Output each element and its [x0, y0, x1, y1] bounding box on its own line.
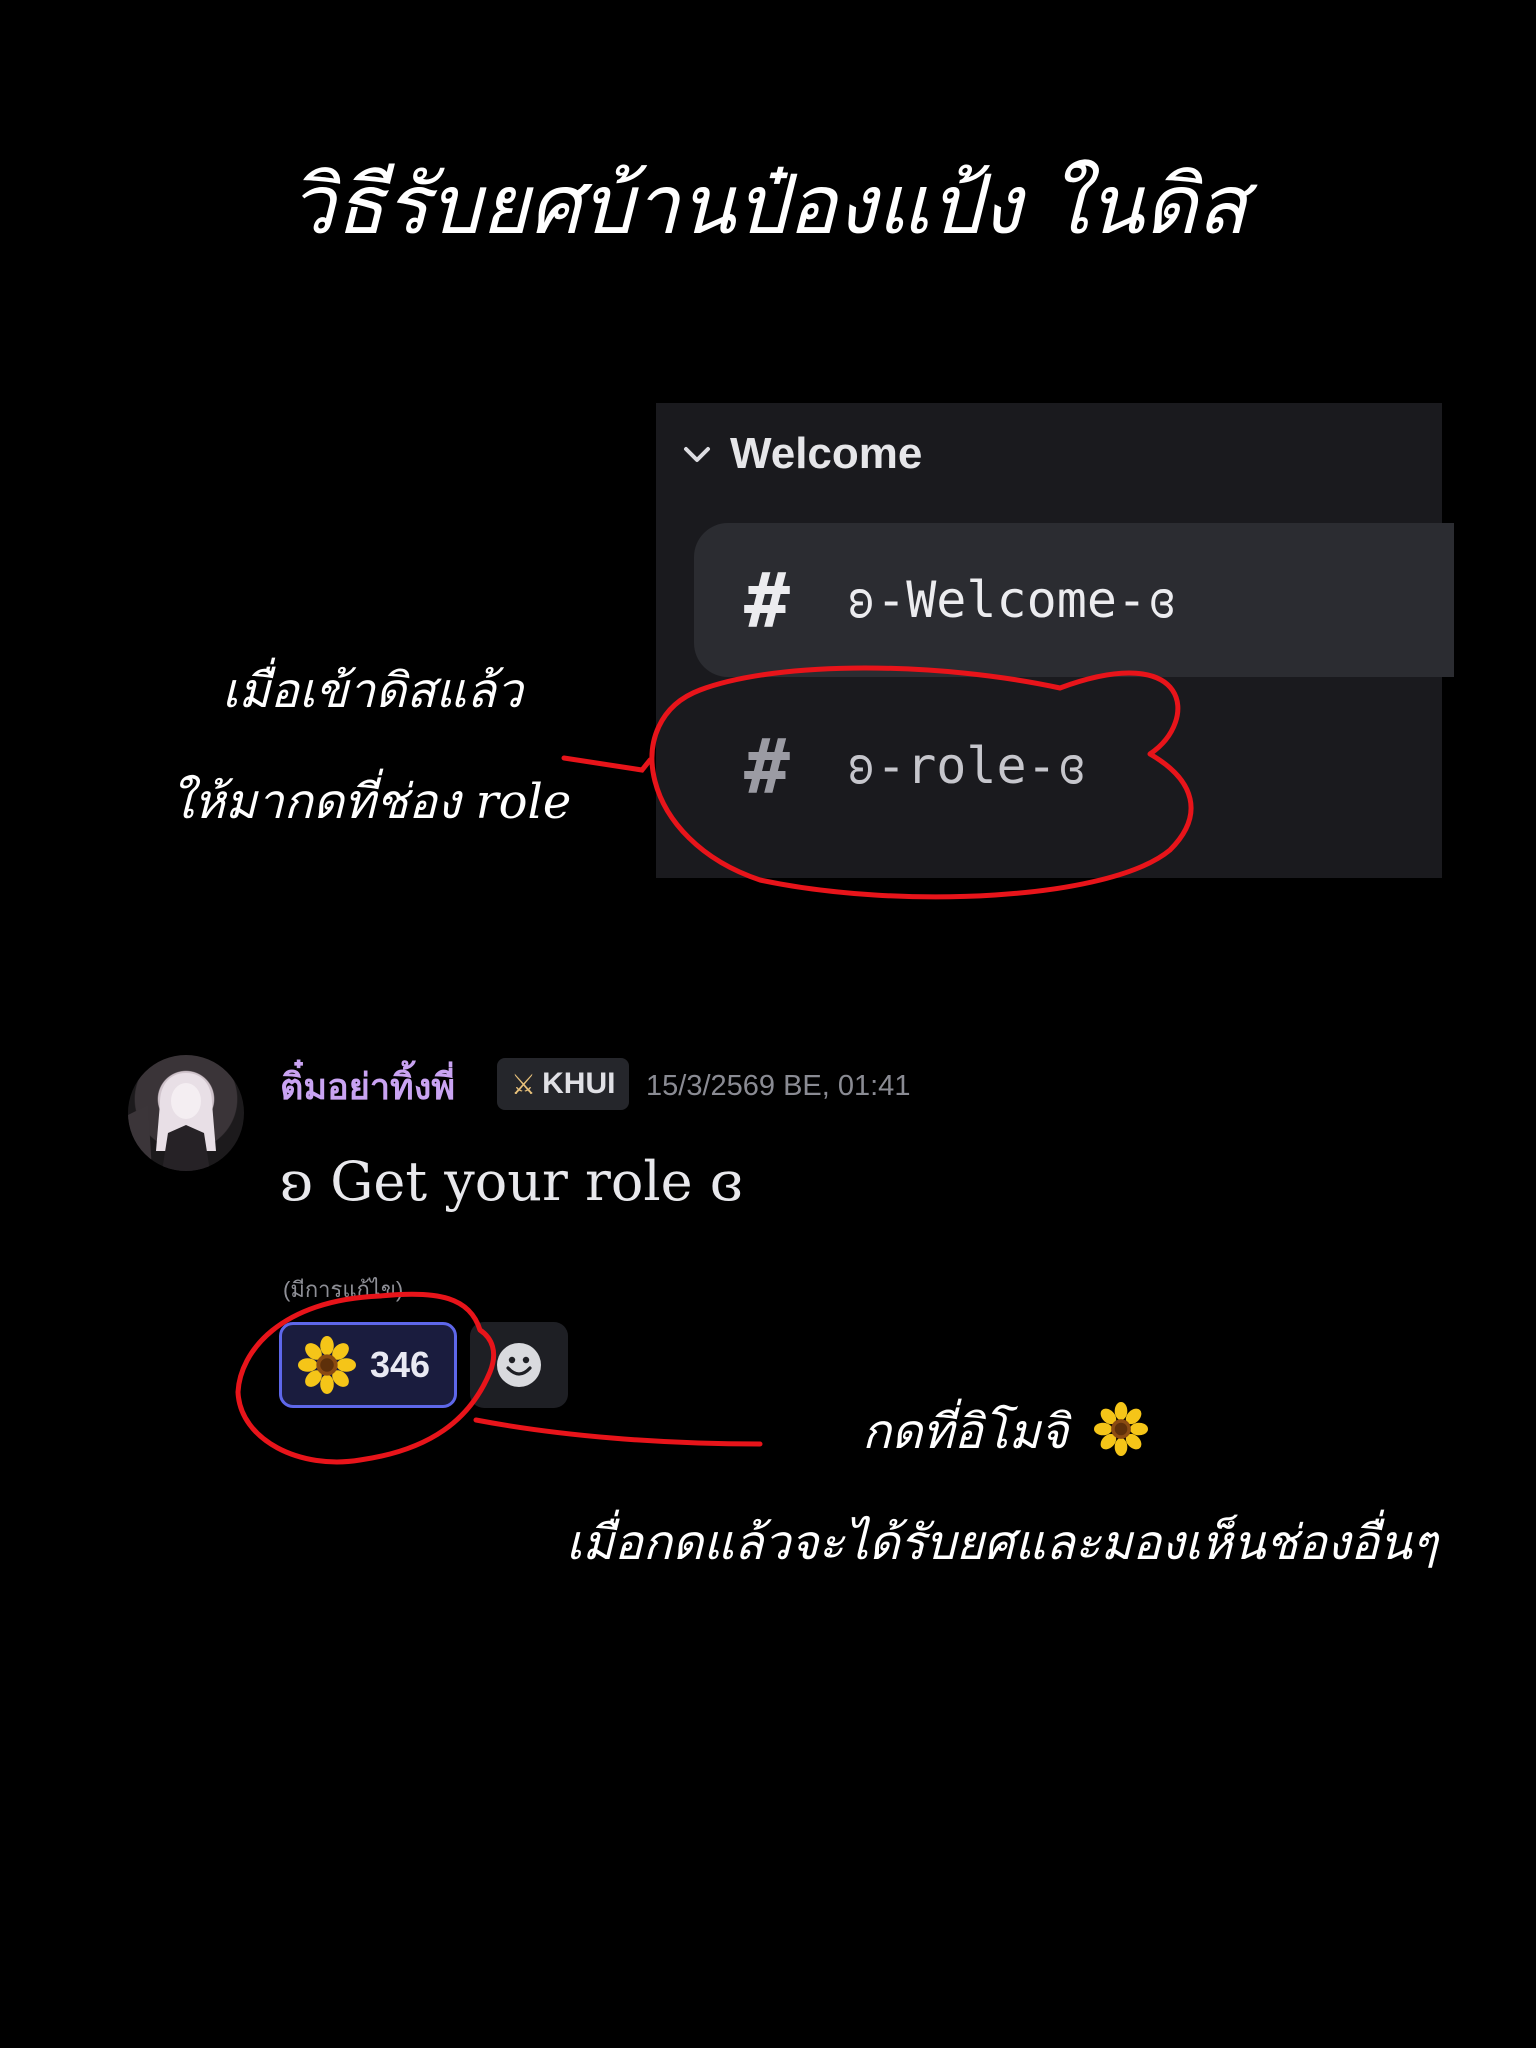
- annotation-arrow-reaction: [473, 1417, 763, 1447]
- hash-icon: #: [744, 721, 790, 811]
- add-reaction-button[interactable]: [470, 1322, 568, 1408]
- channel-role[interactable]: # ʚ-role-ɞ: [694, 689, 1454, 843]
- channel-name: ʚ-Welcome-ɞ: [846, 571, 1178, 629]
- message-content: ʚ Get your role ɞ: [280, 1150, 743, 1213]
- smiley-icon: [497, 1343, 541, 1387]
- message-timestamp: 15/3/2569 BE, 01:41: [646, 1070, 911, 1102]
- sunflower-reaction-button[interactable]: 346: [279, 1322, 457, 1408]
- sword-icon: ⚔: [511, 1067, 537, 1101]
- server-tag-label: KHUI: [542, 1067, 616, 1100]
- username[interactable]: ติ๋มอย่าทิ้งพี่: [280, 1058, 455, 1115]
- step2-note-line1: กดที่อิโมจิ: [862, 1394, 1148, 1470]
- sunflower-emoji-icon: [298, 1336, 356, 1394]
- step1-note-line2: ให้มากดที่ช่อง role: [170, 774, 572, 830]
- sunflower-emoji-icon: [1093, 1402, 1148, 1456]
- edited-label: (มีการแก้ไข): [283, 1277, 404, 1302]
- category-label: Welcome: [730, 429, 923, 478]
- reaction-count: 346: [370, 1344, 431, 1385]
- red-annotation-marks: [235, 665, 1194, 1465]
- channel-name: ʚ-role-ɞ: [846, 737, 1087, 795]
- step1-note-line1: เมื่อเข้าดิสแล้ว: [222, 663, 523, 719]
- annotation-arrow-role: [561, 755, 653, 773]
- step2-note-text: กดที่อิโมจิ: [862, 1404, 1069, 1460]
- channel-sidebar: Welcome # ʚ-Welcome-ɞ # ʚ-role-ɞ: [656, 403, 1454, 878]
- server-tag[interactable]: ⚔ KHUI: [497, 1058, 630, 1110]
- avatar[interactable]: [128, 1055, 244, 1171]
- hash-icon: #: [744, 555, 790, 645]
- category-welcome[interactable]: Welcome: [680, 427, 922, 481]
- page-title: วิธีรับยศบ้านป๋องแป้ง ในดิส: [288, 158, 1248, 253]
- channel-welcome[interactable]: # ʚ-Welcome-ɞ: [694, 523, 1454, 677]
- chevron-down-icon: [680, 437, 714, 471]
- step2-note-line2: เมื่อกดแล้วจะได้รับยศและมองเห็นช่องอื่นๆ: [566, 1515, 1438, 1571]
